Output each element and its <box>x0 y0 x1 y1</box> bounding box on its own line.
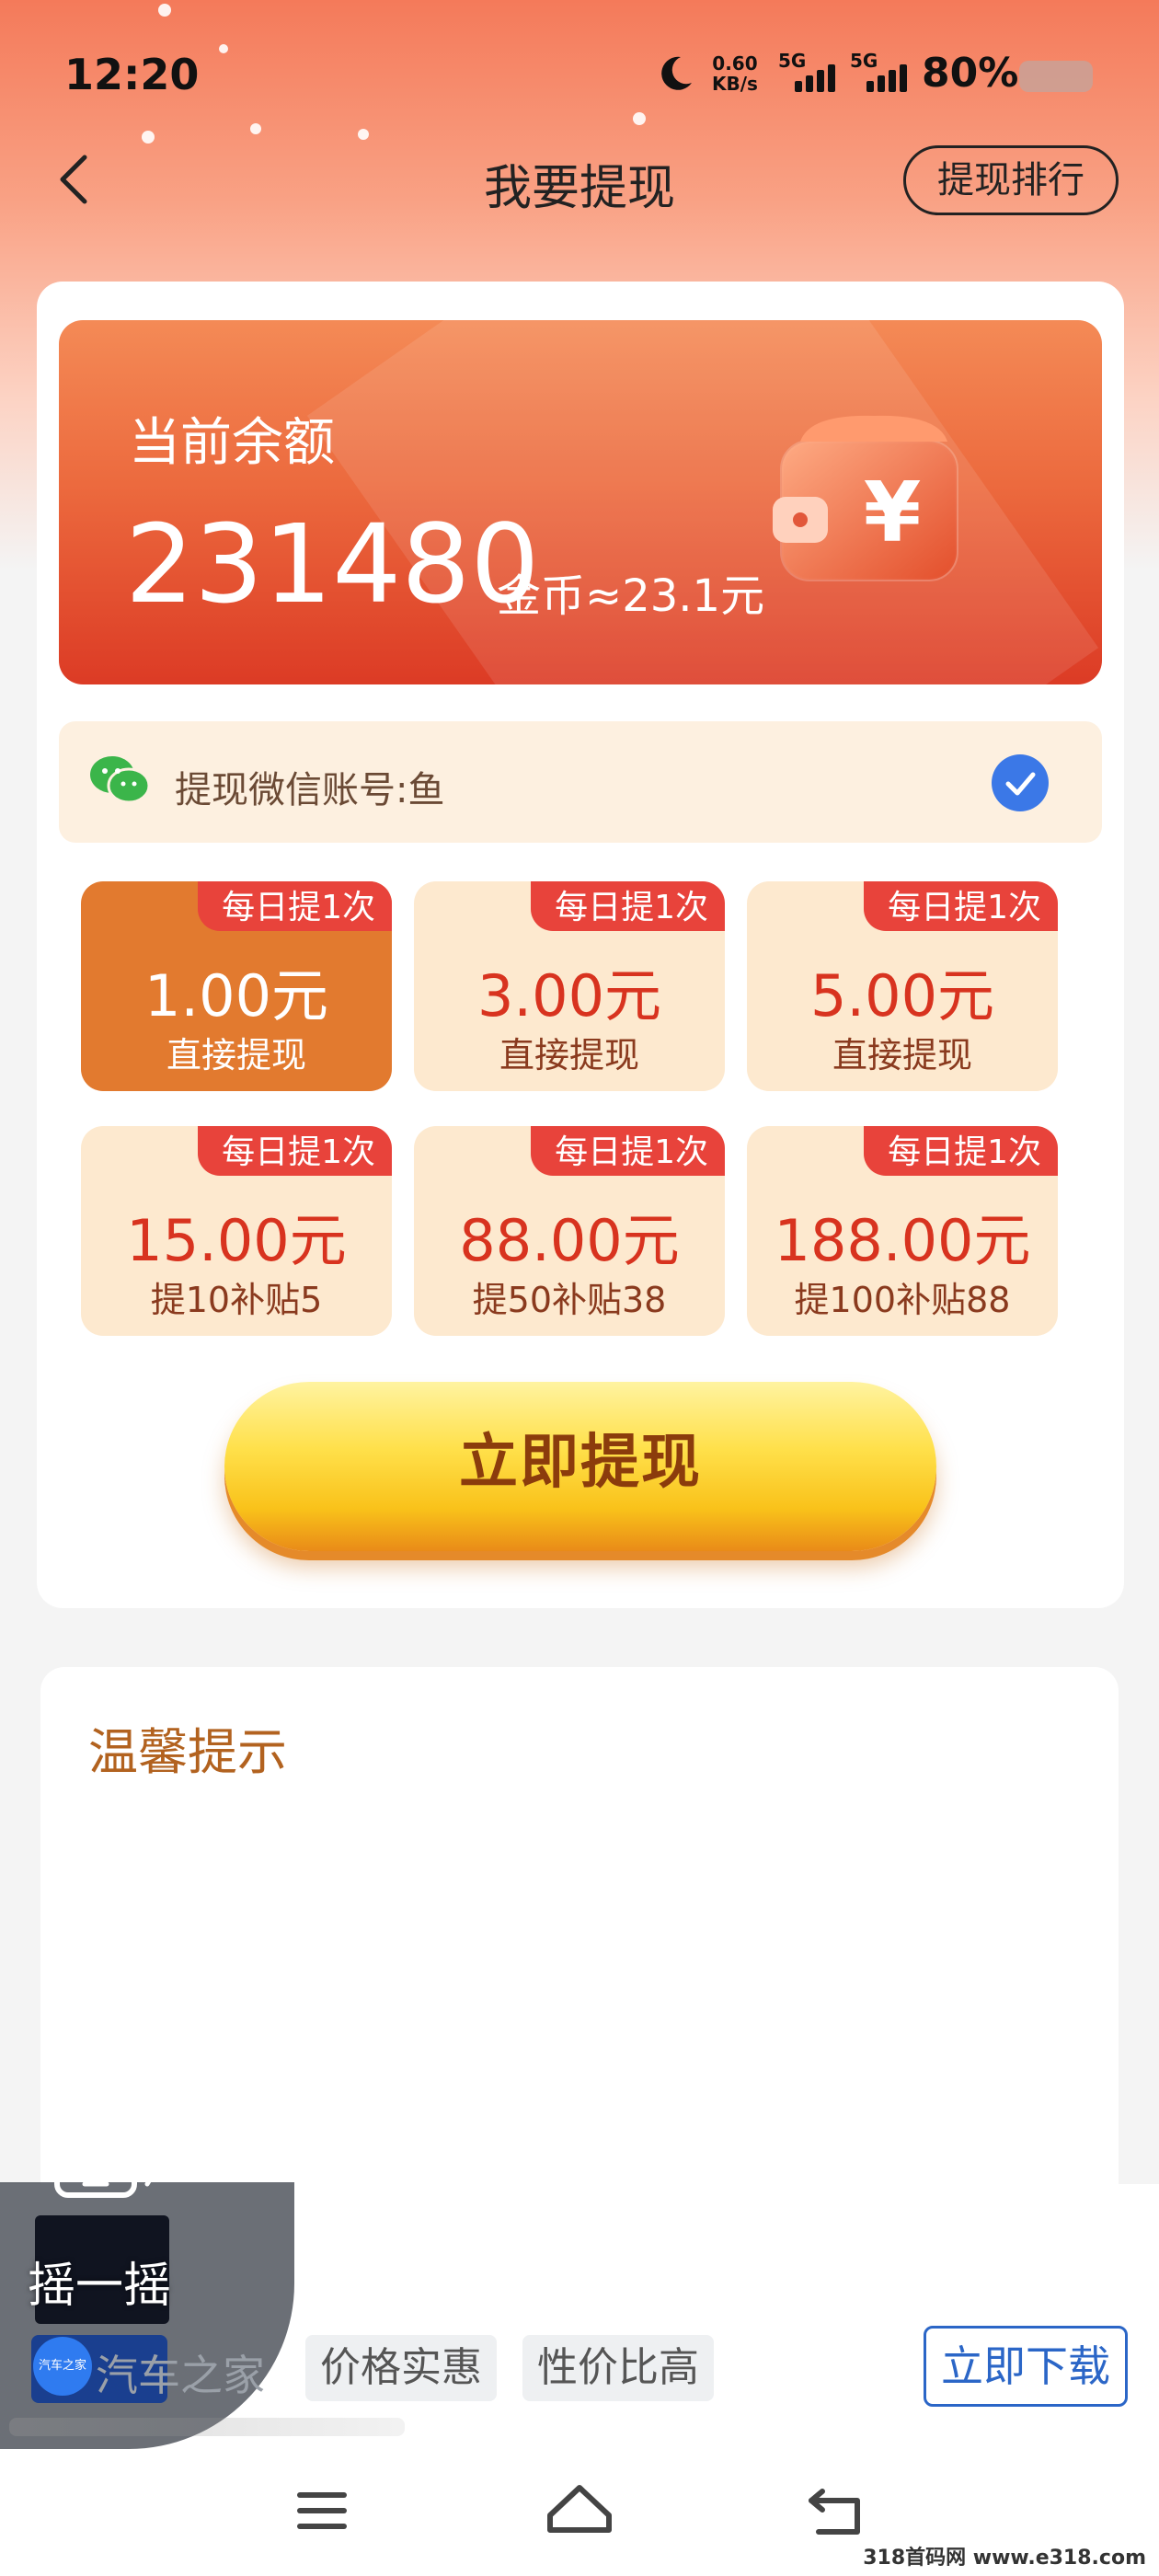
option-amount: 3.00元 <box>476 962 662 1029</box>
wallet-yuan-icon: ¥ <box>773 415 958 581</box>
option-tag: 每日提1次 <box>531 881 725 931</box>
signal-bar <box>900 64 907 92</box>
option-amount: 1.00元 <box>143 962 329 1029</box>
ad-faded-text <box>9 2418 405 2436</box>
network-speed-value: 0.60 <box>712 52 758 75</box>
ad-brand-name: 汽车之家 <box>96 2351 265 2400</box>
download-now-button[interactable]: 立即下载 <box>924 2326 1128 2407</box>
back-icon[interactable] <box>800 2478 874 2543</box>
signal-bar <box>889 70 896 92</box>
balance-amount: 231480 <box>125 500 540 627</box>
signal-1-label: 5G <box>778 50 807 72</box>
option-amount: 15.00元 <box>126 1207 347 1274</box>
signal-bar <box>817 70 824 92</box>
signal-bar <box>795 81 802 92</box>
balance-label: 当前余额 <box>129 413 335 473</box>
tips-title: 温馨提示 <box>88 1723 287 1781</box>
signal-2-label: 5G <box>850 50 878 72</box>
amount-option[interactable]: 每日提1次 15.00元 提10补贴5 <box>81 1126 392 1336</box>
battery-percent: 80% <box>922 50 1019 97</box>
sparkle-decoration <box>158 4 171 17</box>
signal-1-icon: 5G <box>778 50 843 96</box>
balance-unit: 金币≈23.1元 <box>497 570 765 622</box>
option-desc: 提10补贴5 <box>150 1280 323 1320</box>
option-desc: 直接提现 <box>832 1035 972 1075</box>
option-amount: 188.00元 <box>774 1207 1031 1274</box>
svg-text:¥: ¥ <box>864 465 922 561</box>
option-tag: 每日提1次 <box>531 1126 725 1176</box>
signal-bar <box>878 75 885 92</box>
network-speed-unit: KB/s <box>712 73 758 95</box>
shake-label: 摇一摇 <box>28 2259 172 2314</box>
ad-tag: 价格实惠 <box>305 2335 497 2401</box>
signal-2-icon: 5G <box>850 50 914 96</box>
option-amount: 88.00元 <box>459 1207 680 1274</box>
check-mark-icon <box>1005 772 1036 796</box>
sparkle-decoration <box>633 112 646 125</box>
battery-icon <box>1019 61 1093 92</box>
option-desc: 直接提现 <box>499 1035 639 1075</box>
signal-bar <box>828 64 835 92</box>
option-tag: 每日提1次 <box>864 1126 1058 1176</box>
amount-option[interactable]: 每日提1次 88.00元 提50补贴38 <box>414 1126 725 1336</box>
option-tag: 每日提1次 <box>198 1126 392 1176</box>
network-speed: 0.60 KB/s <box>712 53 758 94</box>
signal-bar <box>866 81 874 92</box>
shake-phone-icon <box>54 2153 155 2198</box>
status-bar: 12:20 0.60 KB/s 5G 5G 80% <box>0 37 1159 110</box>
withdraw-ranking-button[interactable]: 提现排行 <box>903 145 1119 215</box>
wechat-icon <box>90 756 151 804</box>
option-desc: 提100补贴88 <box>794 1280 1011 1320</box>
sparkle-decoration <box>142 131 155 144</box>
amount-option[interactable]: 每日提1次 188.00元 提100补贴88 <box>747 1126 1058 1336</box>
wechat-account-text: 提现微信账号:鱼 <box>175 769 445 811</box>
withdraw-now-button[interactable]: 立即提现 <box>224 1382 936 1551</box>
option-desc: 直接提现 <box>166 1035 306 1075</box>
amount-option[interactable]: 每日提1次 1.00元 直接提现 <box>81 881 392 1091</box>
ad-tag: 性价比高 <box>522 2335 714 2401</box>
do-not-disturb-moon-icon <box>661 56 692 90</box>
signal-bar <box>806 75 813 92</box>
menu-icon[interactable] <box>285 2478 359 2543</box>
amount-option[interactable]: 每日提1次 3.00元 直接提现 <box>414 881 725 1091</box>
option-tag: 每日提1次 <box>864 881 1058 931</box>
sparkle-decoration <box>358 129 369 140</box>
amount-option[interactable]: 每日提1次 5.00元 直接提现 <box>747 881 1058 1091</box>
sparkle-decoration <box>250 123 261 134</box>
option-desc: 提50补贴38 <box>472 1280 667 1320</box>
watermark: 318首码网 www.e318.com <box>863 2547 1146 2570</box>
option-tag: 每日提1次 <box>198 881 392 931</box>
app-logo-badge: 汽车之家 <box>33 2337 92 2396</box>
status-time: 12:20 <box>64 50 200 99</box>
option-amount: 5.00元 <box>809 962 995 1029</box>
home-icon[interactable] <box>543 2478 616 2543</box>
check-circle-icon[interactable] <box>992 754 1049 811</box>
